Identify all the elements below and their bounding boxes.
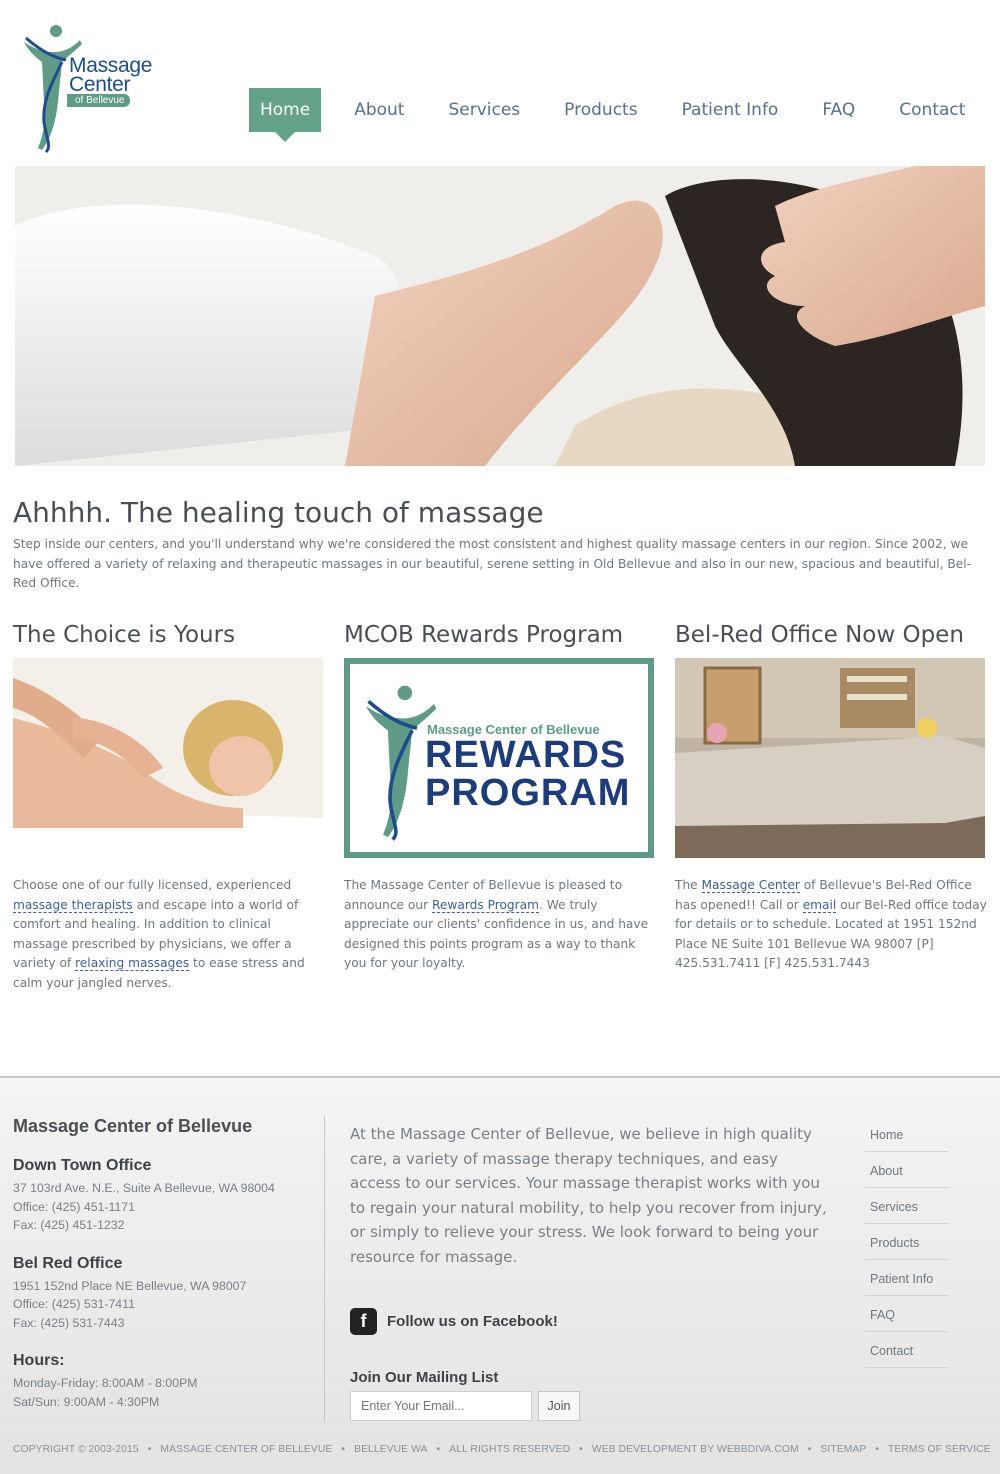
intro-title: Ahhhh. The healing touch of massage — [13, 496, 544, 529]
copyright-bar: COPYRIGHT © 2003-2015 • MASSAGE CENTER OF … — [13, 1444, 991, 1455]
office-reception-illustration — [675, 658, 985, 858]
downtown-office: Down Town Office 37 103rd Ave. N.E., Sui… — [13, 1157, 313, 1235]
footer-contact: Massage Center of Bellevue Down Town Off… — [13, 1116, 313, 1411]
massage-back-illustration — [13, 658, 323, 858]
column-choice-text: Choose one of our fully licensed, experi… — [13, 876, 325, 994]
hours: Hours: Monday-Friday: 8:00AM - 8:00PM Sa… — [13, 1352, 313, 1411]
relaxing-massages-link[interactable]: relaxing massages — [75, 956, 190, 972]
column-choice: The Choice is Yours Choose one of our fu… — [13, 622, 325, 994]
mailing-email-input[interactable] — [350, 1391, 532, 1421]
separator: • — [807, 1444, 812, 1455]
hero-massage-illustration — [15, 166, 985, 466]
logo-wordmark: Massage Center — [69, 55, 152, 96]
nav-contact[interactable]: Contact — [888, 88, 976, 132]
web-development-link[interactable]: WEB DEVELOPMENT BY WEBBDIVA.COM — [592, 1444, 799, 1455]
intro-text: Step inside our centers, and you'll unde… — [13, 537, 972, 590]
nav-home[interactable]: Home — [249, 88, 322, 142]
belred-address: 1951 152nd Place NE Bellevue, WA 98007 — [13, 1278, 247, 1293]
mailing-list-title: Join Our Mailing List — [350, 1369, 499, 1386]
separator: • — [875, 1444, 880, 1455]
belred-fax: Fax: (425) 531-7443 — [13, 1315, 125, 1330]
belred-office: Bel Red Office 1951 152nd Place NE Belle… — [13, 1255, 313, 1333]
downtown-address: 37 103rd Ave. N.E., Suite A Bellevue, WA… — [13, 1181, 275, 1195]
footer-nav-patient-info[interactable]: Patient Info — [865, 1260, 948, 1296]
hours-weekend: Sat/Sun: 9:00AM - 4:30PM — [13, 1394, 160, 1409]
column-belred-title: Bel-Red Office Now Open — [675, 622, 964, 648]
footer: Massage Center of Bellevue Down Town Off… — [0, 1076, 1000, 1474]
footer-nav-home[interactable]: Home — [865, 1116, 948, 1152]
massage-therapists-link[interactable]: massage therapists — [13, 897, 133, 913]
column-rewards-text: The Massage Center of Bellevue is please… — [344, 876, 656, 974]
separator: • — [436, 1444, 441, 1455]
belred-heading: Bel Red Office — [13, 1254, 123, 1272]
choice-image — [13, 658, 323, 858]
downtown-heading: Down Town Office — [13, 1157, 152, 1174]
terms-link[interactable]: TERMS OF SERVICE — [888, 1444, 991, 1455]
nav-patient-info[interactable]: Patient Info — [671, 88, 790, 132]
nav-faq[interactable]: FAQ — [811, 88, 866, 132]
downtown-phone[interactable]: Office: (425) 451-1171 — [13, 1198, 313, 1217]
belred-phone[interactable]: Office: (425) 531-7411 — [13, 1295, 313, 1314]
main-nav: Home About Services Products Patient Inf… — [249, 88, 998, 142]
copyright-text: COPYRIGHT © 2003-2015 — [13, 1444, 139, 1455]
hours-weekdays: Monday-Friday: 8:00AM - 8:00PM — [13, 1376, 198, 1390]
separator: • — [147, 1444, 152, 1455]
logo-badge: of Bellevue — [67, 94, 131, 107]
nav-services[interactable]: Services — [437, 88, 531, 132]
footer-nav-services[interactable]: Services — [865, 1188, 948, 1224]
footer-title: Massage Center of Bellevue — [13, 1116, 253, 1136]
footer-divider — [324, 1116, 325, 1422]
downtown-fax: Fax: (425) 451-1232 — [13, 1218, 125, 1232]
copyright-rights: ALL RIGHTS RESERVED — [449, 1444, 571, 1455]
join-button[interactable]: Join — [538, 1391, 580, 1421]
hours-heading: Hours: — [13, 1352, 65, 1369]
footer-nav-about[interactable]: About — [865, 1152, 948, 1188]
facebook-label[interactable]: Follow us on Facebook! — [387, 1313, 558, 1330]
column-rewards-title: MCOB Rewards Program — [344, 622, 624, 648]
copyright-company: MASSAGE CENTER OF BELLEVUE — [160, 1444, 333, 1455]
column-rewards: MCOB Rewards Program Massage Center of B… — [344, 622, 656, 974]
column-belred: Bel-Red Office Now Open The Massage Cent… — [675, 622, 987, 974]
nav-about[interactable]: About — [343, 88, 415, 132]
facebook-link[interactable]: f Follow us on Facebook! — [350, 1308, 558, 1335]
hero-image — [15, 166, 985, 466]
footer-about: At the Massage Center of Bellevue, we be… — [350, 1122, 830, 1269]
footer-nav: Home About Services Products Patient Inf… — [865, 1116, 948, 1368]
footer-about-text: At the Massage Center of Bellevue, we be… — [350, 1125, 827, 1266]
rewards-program-link[interactable]: Rewards Program — [431, 897, 540, 913]
rewards-image-word-2: PROGRAM — [425, 772, 631, 814]
rewards-image-word-1: REWARDS — [425, 734, 627, 776]
column-belred-text: The Massage Center of Bellevue's Bel-Red… — [675, 876, 987, 974]
rewards-image[interactable]: Massage Center of Bellevue REWARDS PROGR… — [344, 658, 654, 858]
logo-line-2: Center — [69, 73, 131, 96]
massage-center-link[interactable]: Massage Center — [701, 878, 800, 893]
footer-nav-contact[interactable]: Contact — [865, 1332, 948, 1368]
sitemap-link[interactable]: SITEMAP — [820, 1444, 866, 1455]
column-choice-title: The Choice is Yours — [13, 622, 236, 648]
nav-products[interactable]: Products — [553, 88, 648, 132]
footer-nav-products[interactable]: Products — [865, 1224, 948, 1260]
belred-text-1: The — [675, 878, 702, 892]
choice-text-1: Choose one of our fully licensed, experi… — [13, 878, 292, 892]
logo[interactable]: Massage Center of Bellevue — [22, 22, 162, 154]
facebook-icon[interactable]: f — [350, 1308, 377, 1335]
copyright-location: BELLEVUE WA — [354, 1444, 428, 1455]
belred-office-image — [675, 658, 985, 858]
separator: • — [579, 1444, 583, 1455]
email-link[interactable]: email — [802, 897, 837, 913]
separator: • — [341, 1444, 346, 1455]
footer-nav-faq[interactable]: FAQ — [865, 1296, 948, 1332]
